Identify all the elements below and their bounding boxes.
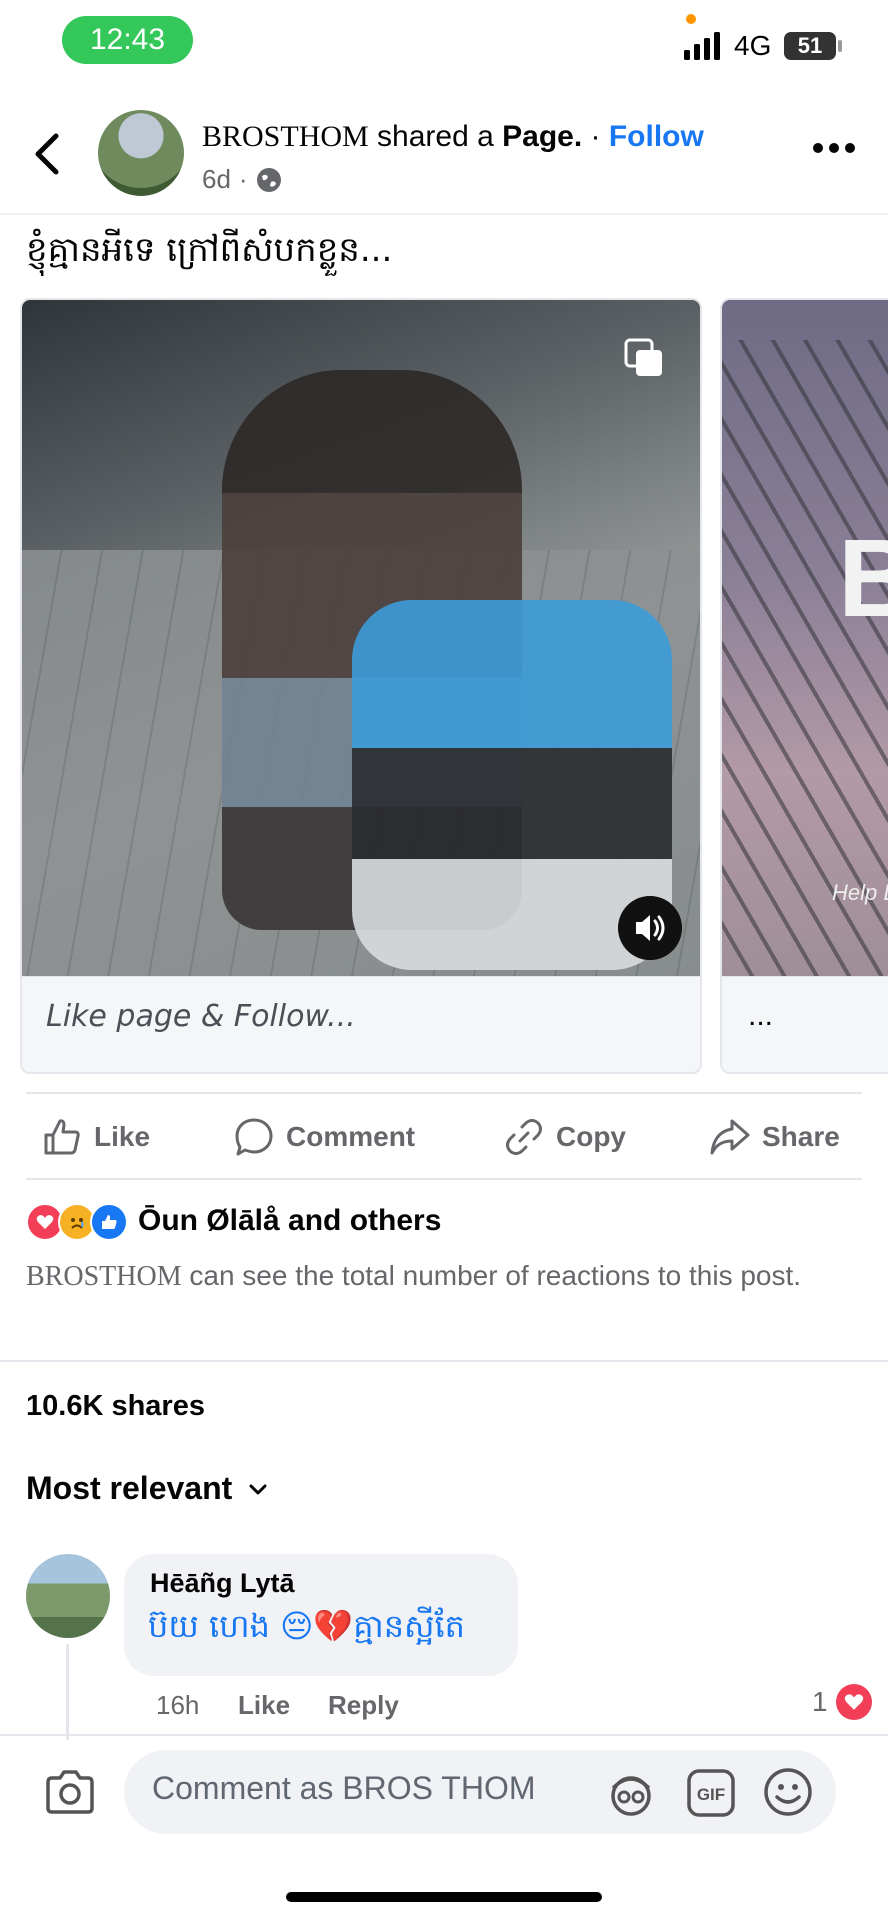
card-1-footer[interactable]: Like page & Follow...: [22, 976, 700, 1072]
reaction-icons[interactable]: [26, 1203, 128, 1241]
privacy-indicator-dot: [686, 14, 696, 24]
post-header-title: BROSTHOM shared a Page. · Follow: [202, 120, 704, 154]
reactions-divider: [0, 1360, 888, 1362]
share-arrow-icon: [710, 1119, 750, 1155]
composer-divider: [0, 1734, 888, 1736]
comment-bubble[interactable]: Hēāñg Lytā ប៊យ ហេង 😔💔គ្មានស្អីតែ: [124, 1554, 518, 1676]
chevron-down-icon: [249, 1484, 267, 1494]
copy-button[interactable]: Copy: [502, 1114, 626, 1160]
reaction-summary[interactable]: Ōun Ølālå and others: [138, 1204, 441, 1238]
battery-level: 51: [797, 33, 823, 58]
carousel-card-2[interactable]: B Help L ...: [720, 298, 888, 1074]
meta-separator: ·: [238, 164, 248, 194]
battery-tip: [838, 40, 842, 52]
card-1-footer-text: Like page & Follow...: [46, 999, 356, 1034]
author-name[interactable]: BROSTHOM: [202, 120, 369, 153]
emoji-icon[interactable]: [762, 1766, 814, 1818]
card-2-footer-text: ...: [748, 999, 774, 1032]
comment-text: ប៊យ ហេង 😔💔គ្មានស្អីតែ: [148, 1607, 465, 1645]
comment-reply-button[interactable]: Reply: [328, 1690, 399, 1721]
author-avatar[interactable]: [98, 110, 184, 196]
post-caption: ខ្ញុំគ្មានអីទេ ក្រៅពីសំបកខ្លួន...: [26, 230, 393, 270]
card-2-footer[interactable]: ...: [722, 976, 888, 1072]
comment-button[interactable]: Comment: [232, 1114, 415, 1160]
camera-icon[interactable]: [44, 1768, 96, 1816]
comment-reaction-count: 1: [812, 1686, 828, 1717]
link-icon: [506, 1119, 542, 1155]
commenter-name[interactable]: Hēāñg Lytā: [150, 1568, 295, 1599]
actions-bottom-divider: [26, 1178, 862, 1180]
reaction-note-text: can see the total number of reactions to…: [181, 1260, 802, 1291]
post-meta: 6d ·: [202, 164, 282, 195]
header-divider: [0, 213, 888, 215]
svg-text:GIF: GIF: [697, 1785, 725, 1804]
share-count[interactable]: 10.6K shares: [26, 1390, 205, 1423]
shared-text: shared a: [368, 120, 503, 153]
comment-time: 16h: [156, 1690, 200, 1720]
comment-input-placeholder: Comment as BROS THOM: [152, 1770, 536, 1806]
card-2-overlay-text: Help L: [832, 880, 888, 905]
header-separator: ·: [582, 120, 609, 153]
network-type: 4G: [734, 30, 772, 61]
page-link[interactable]: Page.: [502, 120, 582, 153]
thumbs-up-icon: [44, 1119, 80, 1155]
more-options-icon[interactable]: [812, 138, 856, 158]
home-indicator: [286, 1892, 602, 1902]
copy-label: Copy: [556, 1121, 626, 1152]
heart-reaction-icon[interactable]: [836, 1684, 872, 1720]
actions-top-divider: [26, 1092, 862, 1094]
signal-icon: [684, 32, 720, 60]
sort-label: Most relevant: [26, 1470, 233, 1506]
commenter-avatar[interactable]: [26, 1554, 110, 1638]
like-label: Like: [94, 1121, 151, 1152]
follow-button[interactable]: Follow: [609, 120, 704, 153]
share-label: Share: [762, 1121, 840, 1152]
sound-icon[interactable]: [618, 896, 682, 960]
share-button[interactable]: Share: [708, 1114, 840, 1160]
like-reaction-icon: [90, 1203, 128, 1241]
like-button[interactable]: Like: [40, 1114, 150, 1160]
multiple-photos-icon: [624, 338, 662, 376]
comment-thread-line: [66, 1644, 69, 1740]
reaction-visibility-note: BROSTHOM can see the total number of rea…: [26, 1254, 826, 1299]
avatar-sticker-icon[interactable]: [604, 1766, 658, 1820]
back-arrow-icon[interactable]: [28, 130, 68, 178]
carousel-card-1[interactable]: Like page & Follow...: [20, 298, 702, 1074]
comment-bubble-icon: [235, 1118, 273, 1156]
comment-label: Comment: [286, 1121, 416, 1152]
comment-like-button[interactable]: Like: [238, 1690, 290, 1721]
card-2-overlay-letter: B: [838, 515, 888, 642]
comment-sort-dropdown[interactable]: Most relevant: [26, 1470, 270, 1507]
reaction-note-name: BROSTHOM: [26, 1261, 182, 1292]
gif-icon[interactable]: GIF: [686, 1768, 736, 1818]
globe-icon: [256, 167, 281, 192]
status-time: 12:43: [62, 16, 193, 64]
post-age: 6d: [202, 164, 231, 194]
